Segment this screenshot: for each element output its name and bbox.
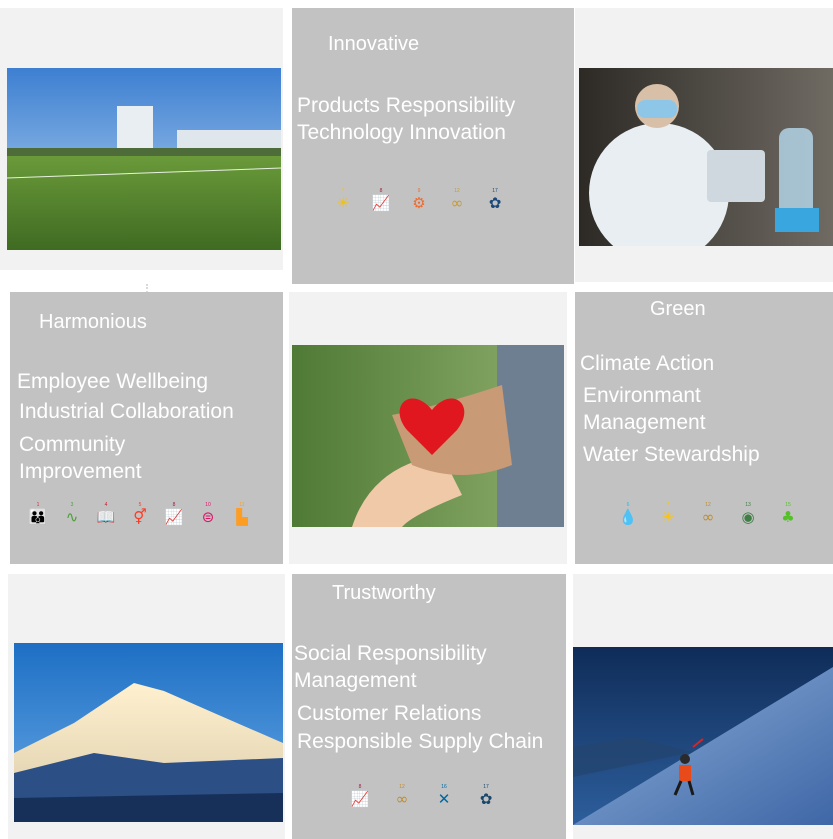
campus-photo <box>7 68 281 250</box>
sun-icon: 7 ☀ <box>336 188 350 212</box>
water-drop-icon: 6 💧 <box>618 502 638 526</box>
pillar-item: Employee Wellbeing <box>17 370 209 393</box>
sdg-icon-row: 1 👪 3 ∿ 4 📖 5 ⚥ 8 📈 10 ⊜ 11 ▙ <box>25 502 255 532</box>
sdg-icon-row: 7 ☀ 8 📈 9 ⚙ 12 ∞ 17 ✿ <box>330 188 508 218</box>
sdg-icon-row: 6 💧 7 ☀ 12 ∞ 13 ◉ 15 ♣ <box>615 502 801 532</box>
scientist-photo <box>579 68 833 246</box>
pillar-item: Climate Action <box>580 352 715 375</box>
ski-climber-photo <box>573 647 833 825</box>
pillar-item: Community Improvement <box>19 433 142 483</box>
tree-icon: 15 ♣ <box>781 502 795 526</box>
book-icon: 4 📖 <box>96 502 116 526</box>
dove-icon: 16 ✕ <box>437 784 451 808</box>
pillar-item: Products Responsibility <box>297 94 516 117</box>
pillar-item: Industrial Collaboration <box>19 400 234 423</box>
pillar-item: Environmant Management <box>583 384 706 434</box>
pillar-title: Harmonious <box>39 311 147 333</box>
pillar-item: Technology Innovation <box>297 121 506 144</box>
city-icon: 11 ▙ <box>236 502 248 526</box>
eye-globe-icon: 13 ◉ <box>741 502 755 526</box>
hands-heart-photo <box>292 345 564 527</box>
pillar-item: Responsible Supply Chain <box>297 730 544 753</box>
equality-icon: 10 ⊜ <box>201 502 215 526</box>
growth-chart-icon: 8 📈 <box>371 188 391 212</box>
partnership-icon: 17 ✿ <box>479 784 493 808</box>
people-icon: 1 👪 <box>28 502 48 526</box>
green-card: Green Climate Action Environmant Managem… <box>575 292 833 564</box>
infinity-icon: 12 ∞ <box>701 502 715 526</box>
industry-icon: 9 ⚙ <box>412 188 426 212</box>
pillar-item: Social Responsibility Management <box>294 642 487 692</box>
harmonious-card: Harmonious Employee Wellbeing Industrial… <box>10 292 283 564</box>
infinity-icon: 12 ∞ <box>450 188 464 212</box>
innovative-card: Innovative Products Responsibility Techn… <box>292 8 574 284</box>
gender-icon: 5 ⚥ <box>133 502 147 526</box>
trustworthy-card: Trustworthy Social Responsibility Manage… <box>292 574 566 839</box>
pillar-item: Water Stewardship <box>583 443 760 466</box>
partnership-icon: 17 ✿ <box>488 188 502 212</box>
sun-icon: 7 ☀ <box>661 502 675 526</box>
pillar-title: Green <box>650 298 706 320</box>
pillar-title: Innovative <box>328 33 420 55</box>
infinity-icon: 12 ∞ <box>395 784 409 808</box>
growth-chart-icon: 8 📈 <box>350 784 370 808</box>
sdg-icon-row: 8 📈 12 ∞ 16 ✕ 17 ✿ <box>347 784 499 814</box>
heartbeat-icon: 3 ∿ <box>65 502 79 526</box>
pillar-title: Trustworthy <box>332 582 436 604</box>
pillar-item: Customer Relations <box>297 702 482 725</box>
growth-chart-icon: 8 📈 <box>164 502 184 526</box>
snow-mountain-photo <box>14 643 283 822</box>
